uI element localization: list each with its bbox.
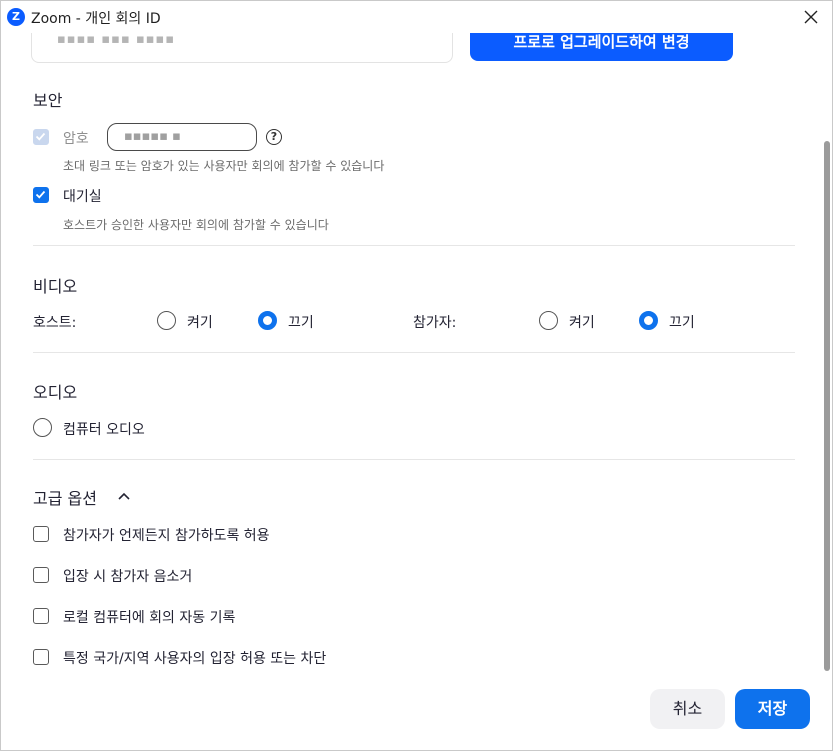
password-checkbox[interactable] — [33, 129, 49, 145]
dialog-footer: 취소 저장 — [1, 673, 832, 750]
participant-video-off-radio[interactable] — [639, 311, 658, 330]
auto-record-local-checkbox[interactable] — [33, 608, 49, 624]
advanced-options-toggle[interactable]: 고급 옵션 — [33, 485, 143, 508]
divider — [33, 245, 795, 246]
audio-section-title: 오디오 — [33, 383, 78, 402]
mute-on-entry-checkbox[interactable] — [33, 567, 49, 583]
host-video-off-label: 끄기 — [288, 315, 314, 331]
computer-audio-label: 컴퓨터 오디오 — [63, 422, 145, 438]
close-icon — [804, 10, 818, 24]
window-title: Zoom - 개인 회의 ID — [31, 11, 161, 27]
allow-join-anytime-checkbox[interactable] — [33, 526, 49, 542]
video-section-title: 비디오 — [33, 277, 78, 296]
cancel-button[interactable]: 취소 — [650, 689, 725, 729]
host-video-on-radio[interactable] — [157, 311, 176, 330]
divider — [33, 352, 795, 353]
waiting-room-description: 호스트가 승인한 사용자만 회의에 참가할 수 있습니다 — [63, 218, 329, 232]
settings-scroll-area[interactable]: ▪▪▪▪ ▪▪▪ ▪▪▪▪ 프로로 업그레이드하여 변경 보안 암호 ▪▪▪▪▪… — [1, 33, 823, 673]
region-restriction-label: 특정 국가/지역 사용자의 입장 허용 또는 차단 — [63, 651, 327, 667]
computer-audio-radio[interactable] — [33, 418, 52, 437]
save-button[interactable]: 저장 — [735, 689, 810, 729]
mute-on-entry-label: 입장 시 참가자 음소거 — [63, 569, 193, 585]
host-video-label: 호스트: — [33, 315, 77, 331]
host-video-on-label: 켜기 — [187, 315, 213, 331]
password-input[interactable]: ▪▪▪▪▪ ▪ — [107, 123, 257, 151]
waiting-room-checkbox[interactable] — [33, 187, 49, 203]
zoom-meeting-settings-window: Z Zoom - 개인 회의 ID ▪▪▪▪ ▪▪▪ ▪▪▪▪ 프로로 업그레이… — [0, 0, 833, 751]
chevron-up-icon — [118, 492, 130, 500]
meeting-id-field: ▪▪▪▪ ▪▪▪ ▪▪▪▪ — [31, 33, 453, 63]
upgrade-to-pro-button[interactable]: 프로로 업그레이드하여 변경 — [470, 33, 733, 61]
vertical-scrollbar[interactable] — [824, 141, 830, 671]
meeting-id-masked-value: ▪▪▪▪ ▪▪▪ ▪▪▪▪ — [57, 33, 176, 47]
divider — [33, 459, 795, 460]
advanced-options-title: 고급 옵션 — [33, 489, 97, 508]
region-restriction-checkbox[interactable] — [33, 649, 49, 665]
auto-record-local-label: 로컬 컴퓨터에 회의 자동 기록 — [63, 610, 236, 626]
close-button[interactable] — [798, 5, 824, 29]
waiting-room-label: 대기실 — [63, 189, 102, 205]
help-icon[interactable]: ? — [266, 129, 282, 145]
participant-video-off-label: 끄기 — [669, 315, 695, 331]
host-video-off-radio[interactable] — [258, 311, 277, 330]
password-description: 초대 링크 또는 암호가 있는 사용자만 회의에 참가할 수 있습니다 — [63, 159, 385, 173]
security-section-title: 보안 — [33, 91, 63, 110]
participant-video-on-label: 켜기 — [569, 315, 595, 331]
password-label: 암호 — [63, 131, 89, 147]
checkmark-icon — [35, 190, 46, 199]
title-bar: Z Zoom - 개인 회의 ID — [1, 1, 832, 33]
allow-join-anytime-label: 참가자가 언제든지 참가하도록 허용 — [63, 528, 270, 544]
checkmark-icon — [35, 132, 46, 141]
zoom-logo-icon: Z — [7, 8, 25, 26]
participant-video-label: 참가자: — [413, 315, 457, 331]
participant-video-on-radio[interactable] — [539, 311, 558, 330]
